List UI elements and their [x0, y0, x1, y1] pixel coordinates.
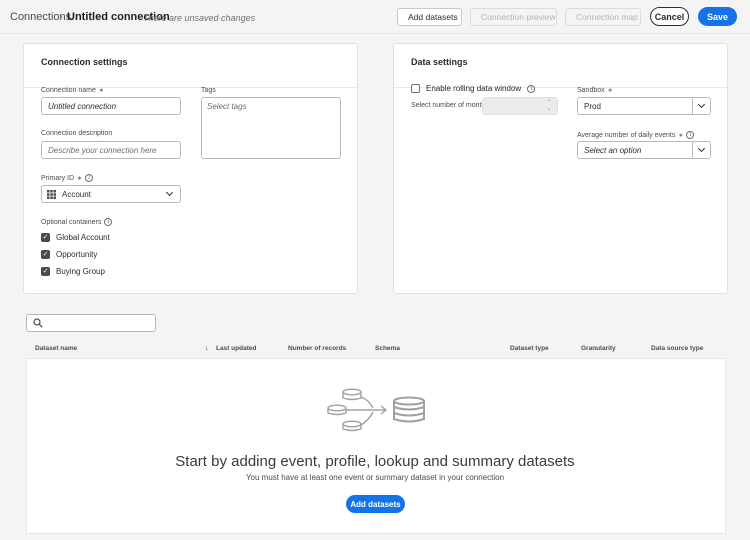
cancel-button[interactable]: Cancel: [650, 7, 689, 26]
daily-events-label: Average number of daily events ∗ i: [577, 131, 695, 139]
chevron-down-icon: [165, 188, 174, 197]
column-granularity[interactable]: Granularity: [581, 345, 616, 352]
optional-containers-label: Optional containers i: [41, 218, 113, 226]
breadcrumb-separator: ›: [59, 11, 63, 23]
sandbox-dropdown-button[interactable]: [692, 98, 710, 114]
sort-descending-icon[interactable]: ↓: [205, 343, 209, 352]
add-datasets-button[interactable]: Add datasets: [346, 495, 405, 513]
tags-label: Tags: [201, 87, 216, 94]
checkmark-icon: ✓: [41, 267, 50, 276]
daily-events-select[interactable]: Select an option: [577, 141, 711, 159]
info-icon[interactable]: i: [686, 131, 695, 139]
data-settings-title: Data settings: [411, 57, 468, 67]
opportunity-checkbox[interactable]: ✓ Opportunity: [41, 250, 97, 259]
checkmark-icon: ✓: [41, 233, 50, 242]
column-dataset-name[interactable]: Dataset name: [35, 345, 77, 352]
primary-id-value: Account: [62, 189, 91, 199]
months-label: Select number of months: [411, 102, 489, 109]
sandbox-value: Prod: [584, 101, 601, 111]
rolling-window-checkbox[interactable]: Enable rolling data window i: [411, 84, 536, 93]
column-last-updated[interactable]: Last updated: [216, 345, 256, 352]
connection-map-label: Connection map: [576, 12, 638, 22]
top-bar: Connections › Untitled connection There …: [0, 0, 750, 34]
daily-events-dropdown-button[interactable]: [692, 142, 710, 158]
stepper-arrows-icon[interactable]: ⌃ ⌄: [545, 100, 553, 112]
search-icon: [33, 318, 43, 328]
checkbox-unchecked-icon: [411, 84, 420, 93]
opportunity-label: Opportunity: [56, 250, 98, 259]
connection-name-label: Connection name ∗: [41, 87, 104, 94]
datasets-illustration-icon: [327, 388, 425, 432]
global-account-checkbox[interactable]: ✓ Global Account: [41, 233, 110, 242]
connection-preview-button[interactable]: Connection preview: [470, 8, 557, 26]
info-icon[interactable]: i: [104, 218, 113, 226]
chevron-down-icon: [697, 144, 706, 153]
global-account-label: Global Account: [56, 233, 110, 242]
tags-input[interactable]: Select tags: [201, 97, 341, 159]
rolling-window-label: Enable rolling data window: [426, 84, 522, 93]
sandbox-select[interactable]: Prod: [577, 97, 711, 115]
buying-group-label: Buying Group: [56, 267, 105, 276]
column-dataset-type[interactable]: Dataset type: [510, 345, 549, 352]
unsaved-changes-notice: There are unsaved changes: [143, 13, 256, 23]
daily-events-placeholder: Select an option: [584, 145, 642, 155]
info-icon[interactable]: i: [85, 174, 94, 182]
column-data-source-type[interactable]: Data source type: [651, 345, 703, 352]
connection-settings-title: Connection settings: [41, 57, 128, 67]
column-number-of-records[interactable]: Number of records: [288, 345, 346, 352]
connection-preview-label: Connection preview: [481, 12, 556, 22]
chevron-down-icon: [697, 100, 706, 109]
primary-id-select[interactable]: Account: [41, 185, 181, 203]
empty-state-title: Start by adding event, profile, lookup a…: [175, 453, 575, 470]
connection-name-input[interactable]: Untitled connection: [41, 97, 181, 115]
add-datasets-toolbar-button[interactable]: Add datasets: [397, 8, 462, 26]
checkmark-icon: ✓: [41, 250, 50, 259]
save-button[interactable]: Save: [698, 7, 737, 26]
sandbox-label: Sandbox ∗: [577, 87, 613, 94]
primary-id-label: Primary ID ∗ i: [41, 174, 94, 182]
column-schema[interactable]: Schema: [375, 345, 400, 352]
connection-map-button[interactable]: Connection map: [565, 8, 641, 26]
grid-icon: [47, 189, 56, 199]
buying-group-checkbox[interactable]: ✓ Buying Group: [41, 267, 105, 276]
data-settings-panel: Data settings: [393, 43, 728, 294]
info-icon[interactable]: i: [527, 84, 536, 93]
connection-description-input[interactable]: Describe your connection here: [41, 141, 181, 159]
months-input[interactable]: ⌃ ⌄: [482, 97, 558, 115]
add-datasets-toolbar-label: Add datasets: [408, 12, 458, 22]
connection-description-label: Connection description: [41, 130, 113, 137]
dataset-search-input[interactable]: [26, 314, 156, 332]
empty-state-subtitle: You must have at least one event or summ…: [245, 473, 505, 482]
